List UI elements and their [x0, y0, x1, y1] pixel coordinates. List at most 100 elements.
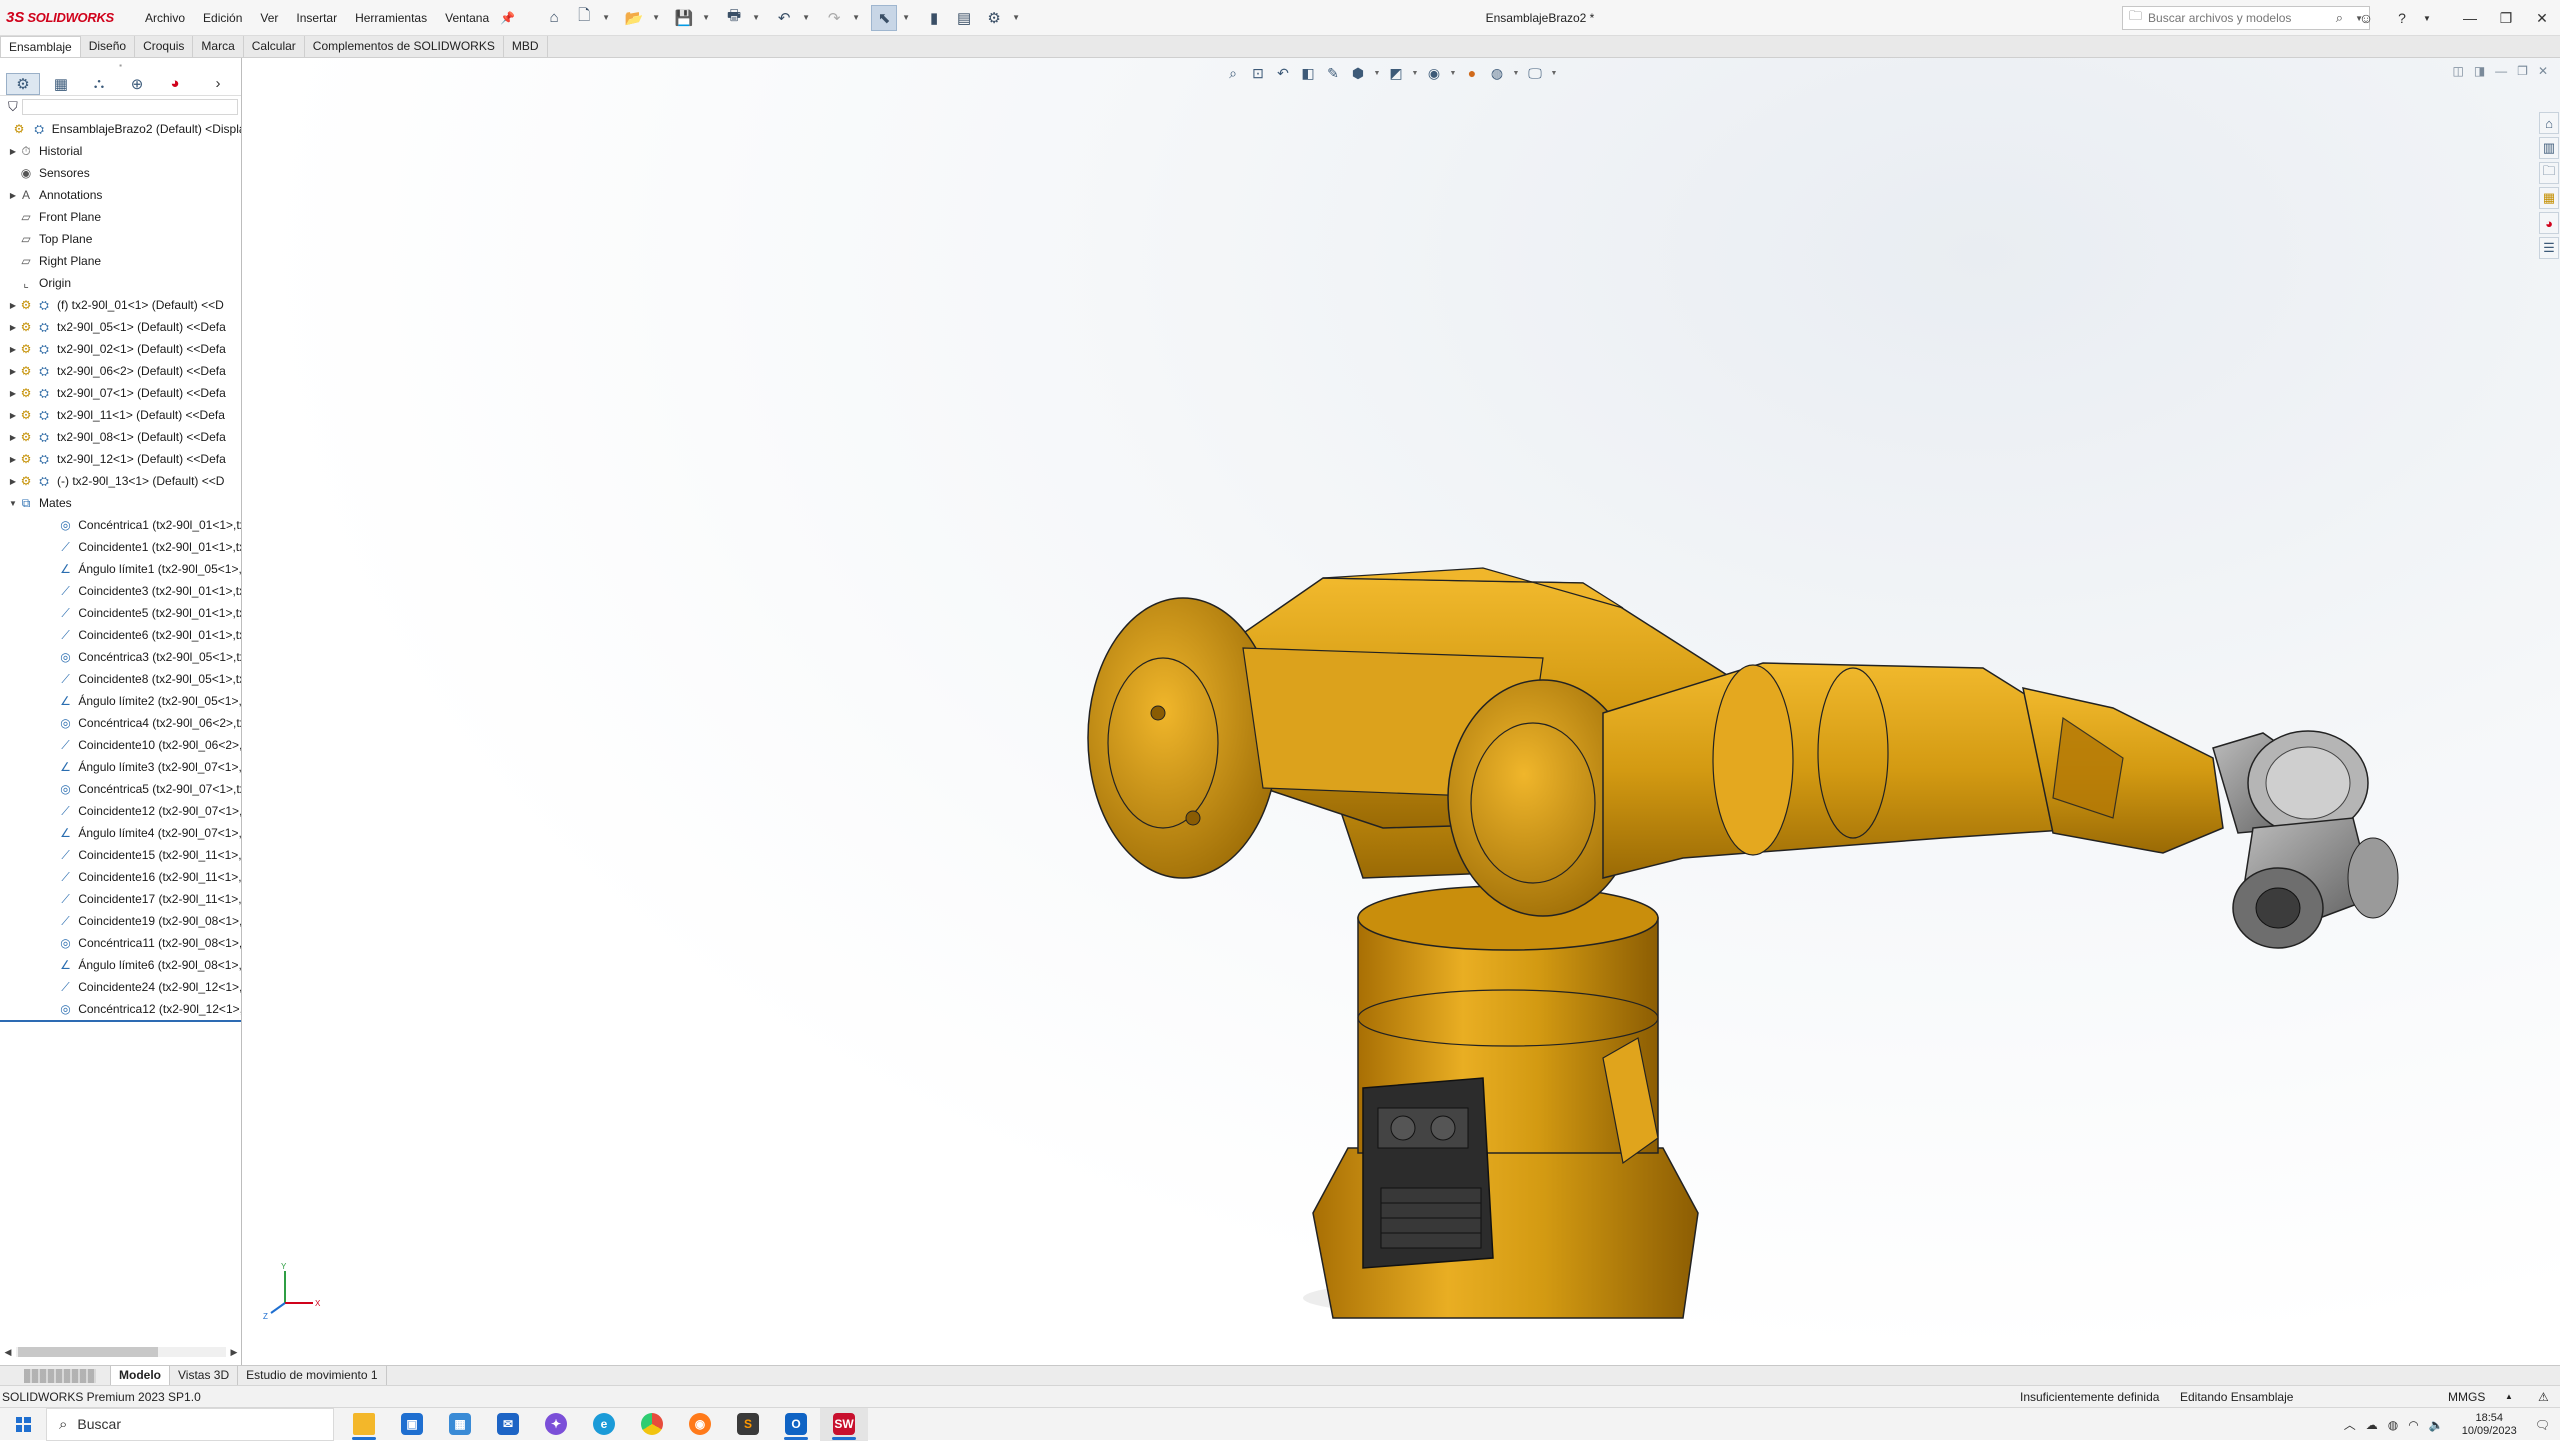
- tree-item-mate[interactable]: ⟋ Coincidente17 (tx2-90l_11<1>,t: [0, 888, 241, 910]
- traffic-light-icon[interactable]: ▮: [921, 5, 947, 31]
- close-icon[interactable]: ✕: [2524, 10, 2560, 27]
- scene-dropdown-icon[interactable]: ▼: [1512, 70, 1520, 77]
- tab-mbd[interactable]: MBD: [504, 36, 548, 57]
- help-dropdown-icon[interactable]: ▼: [2420, 14, 2434, 23]
- tree-item-mate[interactable]: ⟋ Coincidente10 (tx2-90l_06<2>,t: [0, 734, 241, 756]
- view-palette-icon[interactable]: ▦: [2539, 187, 2559, 209]
- print-dropdown-icon[interactable]: ▼: [751, 5, 761, 31]
- tab-modelo[interactable]: Modelo: [110, 1365, 170, 1386]
- tree-item-folder[interactable]: ▶ ⏱ Historial: [0, 140, 241, 162]
- search-icon[interactable]: ⌕: [2336, 10, 2343, 26]
- expand-arrow-icon[interactable]: ▶: [8, 433, 18, 442]
- file-explorer-icon[interactable]: 🗀: [2539, 162, 2559, 184]
- tree-item-mate[interactable]: ⟋ Coincidente1 (tx2-90l_01<1>,tx: [0, 536, 241, 558]
- clock[interactable]: 18:54 10/09/2023: [2462, 1412, 2517, 1438]
- volume-icon[interactable]: 🔈: [2429, 1418, 2444, 1432]
- tree-item-component[interactable]: ▶ ⚙ ⛭ tx2-90l_12<1> (Default) <<Defa: [0, 448, 241, 470]
- new-document-icon[interactable]: 🗋: [571, 5, 597, 31]
- copilot-app[interactable]: ✦: [532, 1408, 580, 1441]
- tree-item-mate[interactable]: ⟋ Coincidente16 (tx2-90l_11<1>,t: [0, 866, 241, 888]
- expand-arrow-icon[interactable]: ▶: [8, 345, 18, 354]
- display-style-icon[interactable]: ◩: [1386, 62, 1406, 84]
- tree-item-mate[interactable]: ∠ Ángulo límite4 (tx2-90l_07<1>,t: [0, 822, 241, 844]
- tree-item-mate[interactable]: ◎ Concéntrica11 (tx2-90l_08<1>,t: [0, 932, 241, 954]
- display-style-dropdown-icon[interactable]: ▼: [1411, 70, 1419, 77]
- custom-properties-icon[interactable]: ☰: [2539, 237, 2559, 259]
- open-icon[interactable]: 📂: [621, 5, 647, 31]
- expand-arrow-icon[interactable]: ▶: [8, 367, 18, 376]
- tab-marca[interactable]: Marca: [193, 36, 244, 57]
- restore-icon[interactable]: ❐: [2488, 10, 2524, 27]
- dynamic-annotation-icon[interactable]: ✎: [1323, 62, 1343, 84]
- tab-calcular[interactable]: Calcular: [244, 36, 305, 57]
- expand-arrow-icon[interactable]: ▶: [8, 411, 18, 420]
- store-app[interactable]: ▣: [388, 1408, 436, 1441]
- edit-appearance-icon[interactable]: ●: [1462, 62, 1482, 84]
- tab-croquis[interactable]: Croquis: [135, 36, 194, 57]
- tree-item-component[interactable]: ▶ ⚙ ⛭ tx2-90l_11<1> (Default) <<Defa: [0, 404, 241, 426]
- chrome-app[interactable]: [628, 1408, 676, 1441]
- new-dropdown-icon[interactable]: ▼: [601, 5, 611, 31]
- select-dropdown-icon[interactable]: ▼: [901, 5, 911, 31]
- viewport-restore-icon[interactable]: ❐: [2517, 64, 2528, 78]
- tree-item-component[interactable]: ▶ ⚙ ⛭ tx2-90l_06<2> (Default) <<Defa: [0, 360, 241, 382]
- dimxpert-tab-icon[interactable]: ⊕: [120, 73, 154, 95]
- tab-navigation-arrows[interactable]: [24, 1368, 96, 1383]
- rebuild-status-icon[interactable]: ⚠: [2538, 1386, 2549, 1408]
- edge-app[interactable]: e: [580, 1408, 628, 1441]
- tree-item-component[interactable]: ▶ ⚙ ⛭ (f) tx2-90l_01<1> (Default) <<D: [0, 294, 241, 316]
- expand-arrow-icon[interactable]: ▶: [8, 389, 18, 398]
- viewport-split-icon[interactable]: ◨: [2474, 64, 2485, 78]
- tree-item-mate[interactable]: ⟋ Coincidente5 (tx2-90l_01<1>,tx: [0, 602, 241, 624]
- section-view-icon[interactable]: ◧: [1298, 62, 1318, 84]
- tree-item-folder[interactable]: ▱ Top Plane: [0, 228, 241, 250]
- viewport-minimize-icon[interactable]: —: [2495, 64, 2507, 78]
- viewport-close-icon[interactable]: ✕: [2538, 64, 2548, 78]
- cloud-icon[interactable]: ☁: [2366, 1418, 2378, 1432]
- tree-item-mate[interactable]: ◎ Concéntrica4 (tx2-90l_06<2>,tx: [0, 712, 241, 734]
- tree-item-component[interactable]: ▶ ⚙ ⛭ (-) tx2-90l_13<1> (Default) <<D: [0, 470, 241, 492]
- tree-item-folder[interactable]: ⌞ Origin: [0, 272, 241, 294]
- tray-chevron-icon[interactable]: ︿: [2344, 1416, 2356, 1433]
- undo-icon[interactable]: ↶: [771, 5, 797, 31]
- firefox-app[interactable]: ◉: [676, 1408, 724, 1441]
- user-icon[interactable]: ☺: [2348, 10, 2384, 26]
- redo-dropdown-icon[interactable]: ▼: [851, 5, 861, 31]
- view-settings-icon[interactable]: 🖵: [1525, 62, 1545, 84]
- tab-vistas-3d[interactable]: Vistas 3D: [170, 1365, 239, 1386]
- scroll-right-icon[interactable]: ▶: [226, 1347, 241, 1358]
- tree-item-mate[interactable]: ⟋ Coincidente19 (tx2-90l_08<1>,t: [0, 910, 241, 932]
- options-dropdown-icon[interactable]: ▼: [1011, 5, 1021, 31]
- tree-item-mate[interactable]: ⟋ Coincidente24 (tx2-90l_12<1>,t: [0, 976, 241, 998]
- tree-item-mate[interactable]: ◎ Concéntrica1 (tx2-90l_01<1>,tx: [0, 514, 241, 536]
- unit-system[interactable]: MMGS: [2448, 1386, 2485, 1408]
- sublime-app[interactable]: S: [724, 1408, 772, 1441]
- tree-item-mate[interactable]: ⟋ Coincidente12 (tx2-90l_07<1>,t: [0, 800, 241, 822]
- menu-archivo[interactable]: Archivo: [136, 0, 194, 36]
- select-arrow-icon[interactable]: ⬉: [871, 4, 898, 31]
- tree-item-mate[interactable]: ⟋ Coincidente15 (tx2-90l_11<1>,t: [0, 844, 241, 866]
- tree-item-component[interactable]: ▶ ⚙ ⛭ tx2-90l_05<1> (Default) <<Defa: [0, 316, 241, 338]
- start-button[interactable]: [0, 1416, 46, 1432]
- solidworks-resources-icon[interactable]: ⌂: [2539, 112, 2559, 134]
- tree-item-mate[interactable]: ⟋ Coincidente8 (tx2-90l_05<1>,tx: [0, 668, 241, 690]
- more-tabs-chevron-icon[interactable]: ›: [201, 73, 235, 95]
- tab-diseno[interactable]: Diseño: [81, 36, 136, 57]
- open-dropdown-icon[interactable]: ▼: [651, 5, 661, 31]
- configuration-manager-tab-icon[interactable]: ⛬: [82, 73, 116, 95]
- menu-ventana[interactable]: Ventana: [436, 0, 498, 36]
- help-icon[interactable]: ?: [2384, 10, 2420, 26]
- menu-insertar[interactable]: Insertar: [287, 0, 346, 36]
- menu-ver[interactable]: Ver: [251, 0, 287, 36]
- file-explorer-app[interactable]: [340, 1408, 388, 1441]
- tree-item-folder[interactable]: ▶ A Annotations: [0, 184, 241, 206]
- view-orientation-icon[interactable]: ⬢: [1348, 62, 1368, 84]
- tree-item-mate[interactable]: ∠ Ángulo límite6 (tx2-90l_08<1>,t: [0, 954, 241, 976]
- solidworks-logo[interactable]: 3S SOLIDWORKS: [0, 9, 136, 26]
- property-manager-tab-icon[interactable]: ▦: [44, 73, 78, 95]
- expand-arrow-icon[interactable]: ▶: [8, 191, 18, 200]
- feature-manager-tab-icon[interactable]: ⚙: [6, 72, 40, 95]
- previous-view-icon[interactable]: ↶: [1273, 62, 1293, 84]
- tree-item-mate[interactable]: ◎ Concéntrica3 (tx2-90l_05<1>,tx: [0, 646, 241, 668]
- unit-dropdown-icon[interactable]: ▲: [2505, 1386, 2513, 1408]
